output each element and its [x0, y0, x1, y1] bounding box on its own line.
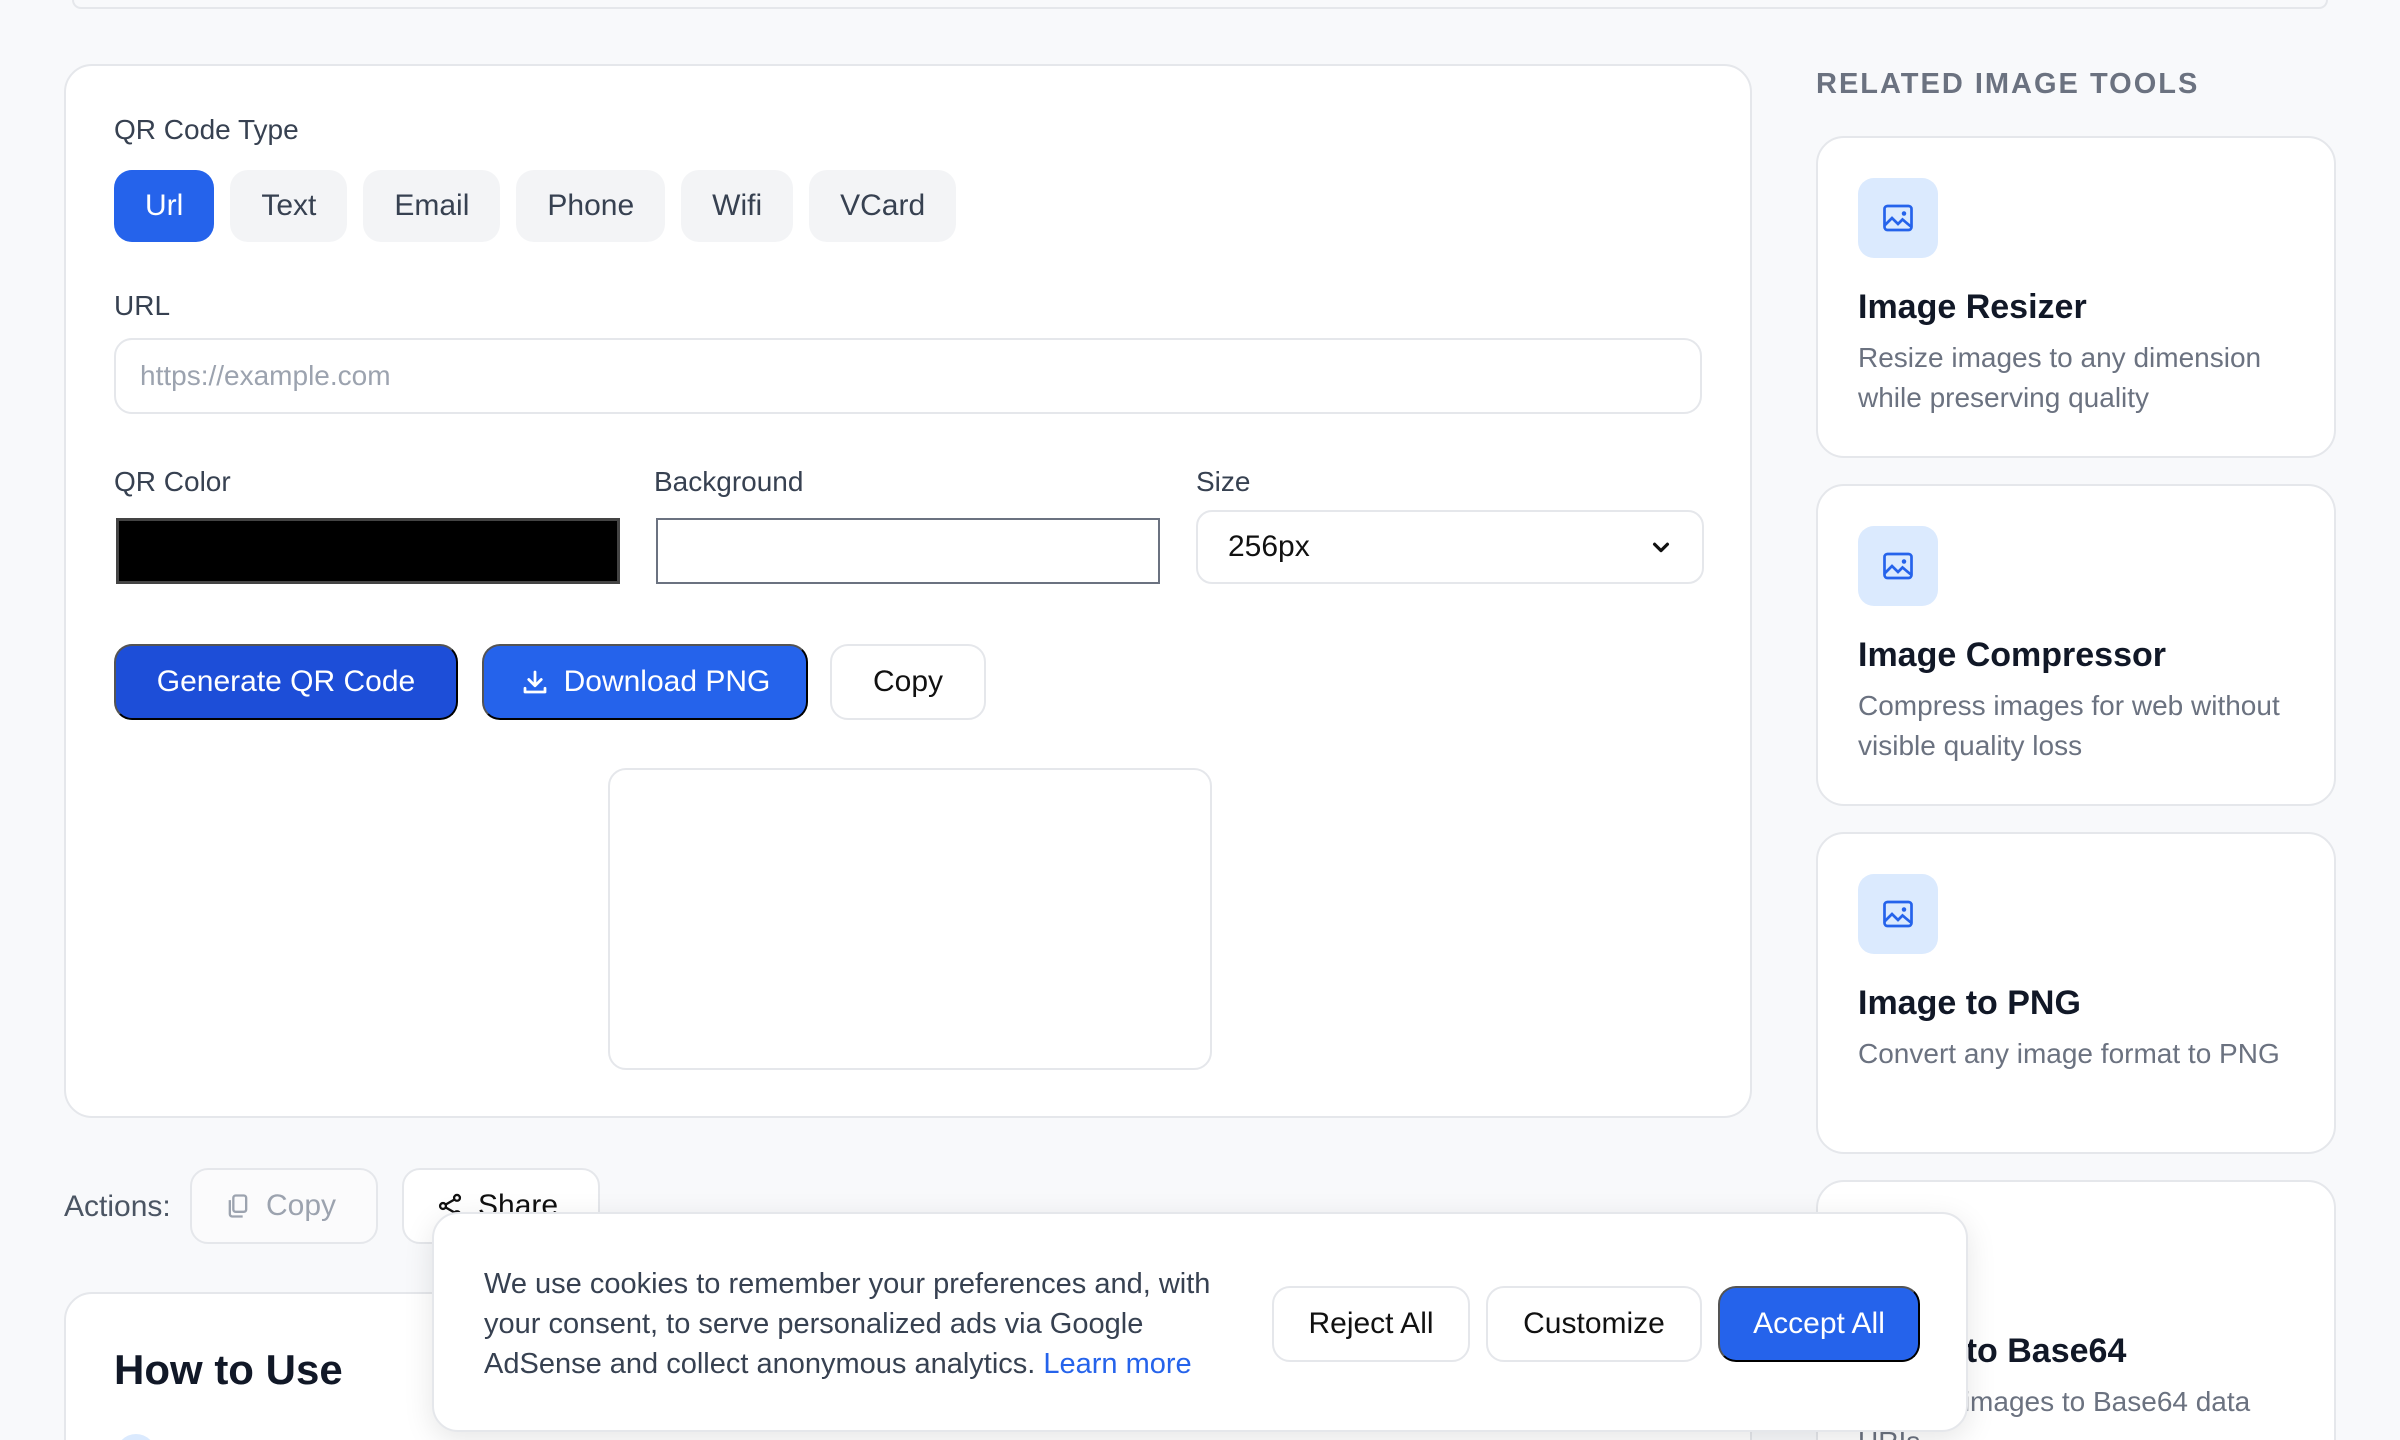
actions-copy-button[interactable]: Copy	[190, 1168, 378, 1244]
actions-label: Actions:	[64, 1190, 171, 1223]
type-tab-vcard[interactable]: VCard	[809, 170, 957, 242]
generate-qr-label: Generate QR Code	[156, 665, 416, 698]
header-edge	[72, 0, 2328, 9]
reject-all-button[interactable]: Reject All	[1272, 1286, 1470, 1362]
tool-name: Image Resizer	[1858, 288, 2087, 326]
image-icon	[1858, 178, 1938, 258]
copy-qr-label: Copy	[872, 665, 944, 698]
type-tab-wifi[interactable]: Wifi	[681, 170, 794, 242]
image-icon	[1858, 874, 1938, 954]
download-icon	[523, 670, 546, 694]
tool-card-image-to-png[interactable]: Image to PNG Convert any image format to…	[1816, 832, 2336, 1154]
type-tab-phone[interactable]: Phone	[516, 170, 666, 242]
url-input[interactable]: https://example.com	[114, 338, 1702, 414]
tool-description: Resize images to any dimension while pre…	[1858, 342, 2262, 413]
background-label: Background	[654, 466, 804, 497]
generate-qr-button[interactable]: Generate QR Code	[114, 644, 458, 720]
tool-name: Image to PNG	[1858, 984, 2081, 1022]
type-tab-url[interactable]: Url	[114, 170, 215, 242]
related-tools-title: RELATED IMAGE TOOLS	[1816, 68, 2200, 100]
qr-generator-card: QR Code Type Url Text Email Phone Wifi V…	[64, 64, 1752, 1118]
how-to-use-title: How to Use	[114, 1346, 343, 1393]
type-tab-text[interactable]: Text	[230, 170, 348, 242]
step-number-badge	[116, 1434, 156, 1440]
qr-color-picker[interactable]	[116, 518, 620, 584]
qr-type-tabs: Url Text Email Phone Wifi VCard	[114, 170, 957, 242]
tool-card-image-resizer[interactable]: Image Resizer Resize images to any dimen…	[1816, 136, 2336, 458]
actions-copy-label: Copy	[266, 1189, 337, 1222]
url-placeholder: https://example.com	[140, 360, 391, 391]
tool-description: Convert any image format to PNG	[1858, 1038, 2280, 1069]
learn-more-link[interactable]: Learn more	[1043, 1348, 1191, 1380]
size-label: Size	[1196, 466, 1251, 497]
url-label: URL	[114, 290, 171, 321]
copy-qr-button[interactable]: Copy	[830, 644, 986, 720]
tool-description: Compress images for web without visible …	[1858, 690, 2280, 761]
qr-type-label: QR Code Type	[114, 114, 299, 145]
tool-card-image-compressor[interactable]: Image Compressor Compress images for web…	[1816, 484, 2336, 806]
download-png-label: Download PNG	[563, 665, 771, 698]
size-select[interactable]: 256px	[1196, 510, 1704, 584]
qr-color-label: QR Color	[114, 466, 231, 497]
customize-button[interactable]: Customize	[1486, 1286, 1702, 1362]
size-value: 256px	[1228, 530, 1310, 563]
chevron-down-icon	[1652, 542, 1670, 553]
accept-all-button[interactable]: Accept All	[1718, 1286, 1920, 1362]
background-color-picker[interactable]	[656, 518, 1160, 584]
image-icon	[1858, 526, 1938, 606]
download-png-button[interactable]: Download PNG	[482, 644, 808, 720]
qr-preview	[608, 768, 1212, 1070]
cookie-banner: We use cookies to remember your preferen…	[432, 1212, 1968, 1432]
type-tab-email[interactable]: Email	[363, 170, 501, 242]
copy-icon	[228, 1194, 248, 1218]
tool-name: Image Compressor	[1858, 636, 2166, 674]
cookie-message: We use cookies to remember your preferen…	[484, 1264, 1244, 1384]
